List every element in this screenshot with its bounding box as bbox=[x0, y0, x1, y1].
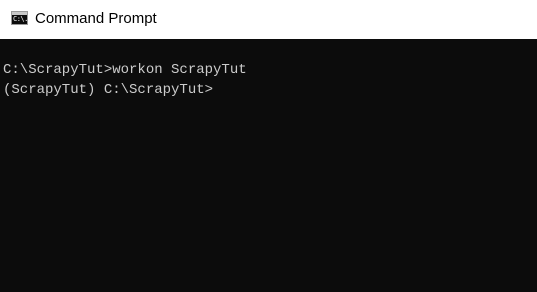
window-title: Command Prompt bbox=[35, 10, 157, 27]
title-bar[interactable]: C:\. Command Prompt bbox=[0, 0, 537, 39]
console-output-area[interactable]: C:\ScrapyTut>workon ScrapyTut (ScrapyTut… bbox=[0, 39, 537, 292]
icon-glyph: C:\. bbox=[13, 15, 28, 23]
console-prompt-line: (ScrapyTut) C:\ScrapyTut> bbox=[3, 82, 214, 98]
command-prompt-icon[interactable]: C:\. bbox=[11, 11, 28, 25]
console-line: C:\ScrapyTut>workon ScrapyTut bbox=[3, 62, 247, 78]
command-prompt-window: C:\. Command Prompt C:\ScrapyTut>workon … bbox=[0, 0, 537, 292]
